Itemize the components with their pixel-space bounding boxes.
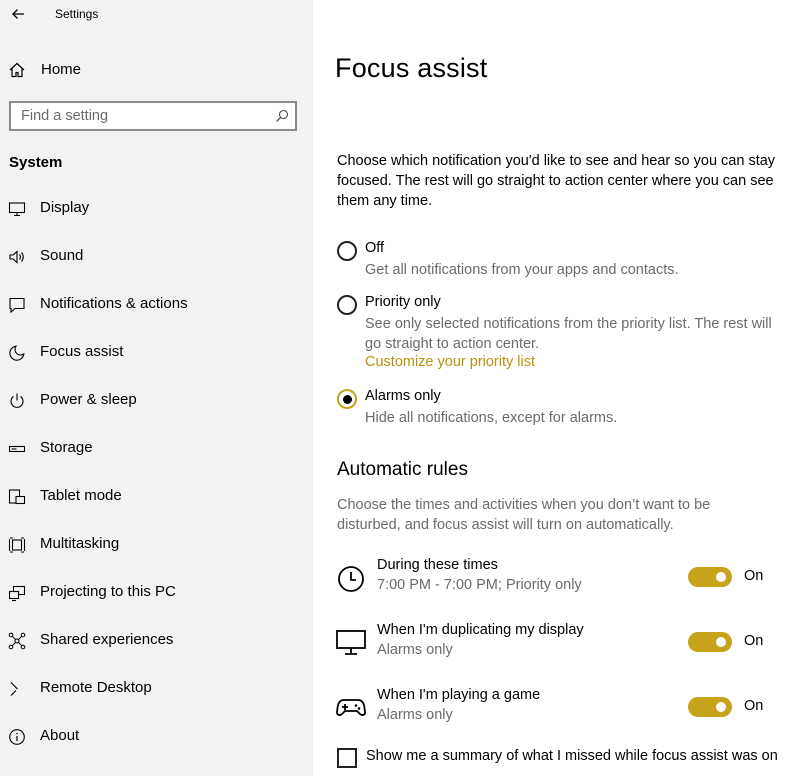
sidebar-item-about[interactable]: About [0,717,313,757]
toggle-state-label: On [744,698,764,714]
option-priority-only[interactable]: Priority only See only selected notifica… [335,293,795,375]
toggle-state-label: On [744,633,764,649]
sidebar-item-label: About [40,727,80,744]
main-content: Focus assist Choose which notification y… [313,0,812,776]
sidebar-item-label: Shared experiences [40,631,174,648]
multitasking-icon [8,537,26,553]
power-icon [10,393,24,408]
search-placeholder: Find a setting [21,108,109,124]
sidebar-item-label: Home [41,61,82,78]
speaker-icon [9,250,24,264]
rule-detail: 7:00 PM - 7:00 PM; Priority only [377,577,582,593]
monitor-icon [336,630,366,655]
option-label: Priority only [365,294,441,310]
option-label: Off [365,240,385,256]
app-title: Settings [55,7,99,21]
section-heading: System [9,154,63,171]
summary-checkbox[interactable] [337,748,357,768]
clock-icon [338,566,364,592]
sidebar-item-multitasking[interactable]: Multitasking [0,525,313,565]
sidebar-item-label: Sound [40,247,84,264]
sidebar-item-sound[interactable]: Sound [0,237,313,277]
radio-button-priority-only[interactable] [337,295,357,315]
option-off[interactable]: Off Get all notifications from your apps… [335,239,795,283]
rule-toggle-switch[interactable] [688,632,732,652]
rule-detail: Alarms only [377,707,453,723]
sidebar-item-focus-assist[interactable]: Focus assist [0,333,313,373]
rule-playing-game[interactable]: When I'm playing a game Alarms only On [335,687,795,733]
sidebar-item-tablet-mode[interactable]: Tablet mode [0,477,313,517]
sidebar-item-label: Tablet mode [40,487,122,504]
rule-toggle-switch[interactable] [688,567,732,587]
customize-priority-list-link[interactable]: Customize your priority list [365,354,535,370]
moon-icon [9,345,25,361]
rule-during-these-times[interactable]: During these times 7:00 PM - 7:00 PM; Pr… [335,557,795,603]
option-description: See only selected notifications from the… [365,316,772,352]
rule-detail: Alarms only [377,642,453,658]
sidebar-item-label: Focus assist [40,343,124,360]
home-icon [9,62,25,78]
radio-button-alarms-only[interactable] [337,389,357,409]
notification-icon [9,297,25,314]
sidebar-item-shared-experiences[interactable]: Shared experiences [0,621,313,661]
search-icon[interactable] [275,109,289,123]
automatic-rules-heading: Automatic rules [337,459,468,480]
sidebar-item-label: Multitasking [40,535,120,552]
intro-text: Choose which notification you'd like to … [337,153,776,209]
rule-name: When I'm playing a game [377,687,541,703]
sidebar-item-home[interactable]: Home [0,57,313,83]
sidebar-item-remote-desktop[interactable]: Remote Desktop [0,669,313,709]
option-description: Get all notifications from your apps and… [365,262,679,278]
sidebar-item-display[interactable]: Display [0,189,313,229]
tablet-mode-icon [8,489,26,505]
summary-checkbox-label: Show me a summary of what I missed while… [366,748,778,764]
option-description: Hide all notifications, except for alarm… [365,410,618,426]
info-icon [9,729,25,745]
sidebar-item-notifications[interactable]: Notifications & actions [0,285,313,325]
option-alarms-only[interactable]: Alarms only Hide all notifications, exce… [335,387,795,431]
toggle-state-label: On [744,568,764,584]
rule-duplicating-display[interactable]: When I'm duplicating my display Alarms o… [335,622,795,668]
sidebar-item-label: Storage [40,439,93,456]
shared-experiences-icon [8,632,26,650]
sidebar: Settings Home Find a setting System Disp… [0,0,313,776]
rule-name: When I'm duplicating my display [377,622,584,638]
sidebar-item-label: Projecting to this PC [40,583,176,600]
sidebar-item-label: Remote Desktop [40,679,152,696]
back-button[interactable] [2,0,34,28]
rule-toggle-switch[interactable] [688,697,732,717]
option-label: Alarms only [365,388,441,404]
gamepad-icon [336,699,366,716]
sidebar-item-storage[interactable]: Storage [0,429,313,469]
remote-desktop-icon [10,682,18,696]
sidebar-item-label: Display [40,199,90,216]
rule-name: During these times [377,557,498,573]
storage-icon [8,445,26,453]
automatic-rules-description: Choose the times and activities when you… [337,497,711,533]
radio-button-off[interactable] [337,241,357,261]
summary-checkbox-row[interactable]: Show me a summary of what I missed while… [337,746,812,770]
search-input[interactable]: Find a setting [9,101,297,131]
sidebar-item-projecting[interactable]: Projecting to this PC [0,573,313,613]
projecting-icon [8,585,26,602]
sidebar-item-power-sleep[interactable]: Power & sleep [0,381,313,421]
page-title: Focus assist [335,53,488,83]
sidebar-item-label: Power & sleep [40,391,137,408]
display-icon [8,202,26,217]
back-arrow-icon [12,9,24,19]
sidebar-item-label: Notifications & actions [40,295,188,312]
